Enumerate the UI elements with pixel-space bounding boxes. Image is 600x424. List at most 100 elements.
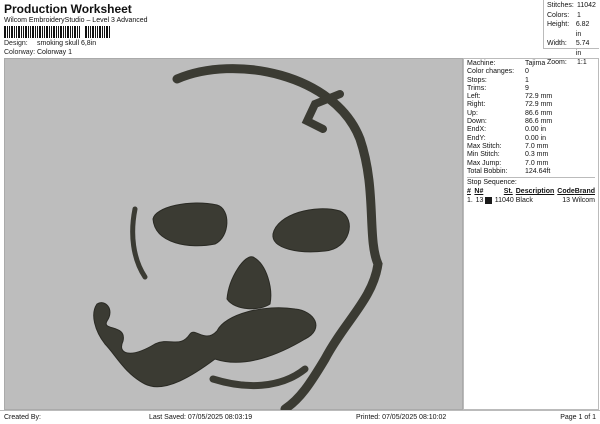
barcode-bar [92, 26, 94, 38]
detail-value: 7.0 mm [525, 159, 549, 167]
barcode-bar [74, 26, 76, 38]
row-needle: 13 [475, 197, 484, 205]
nose [226, 256, 272, 310]
barcode-bar [77, 26, 78, 38]
barcode-bar [28, 26, 29, 38]
row-stitches: 11040 [494, 197, 514, 205]
barcode-bar [56, 26, 57, 38]
detail-row: Up: 86.6 mm [467, 110, 595, 118]
barcode-bar [85, 26, 87, 38]
skull-embroidery-image [93, 64, 383, 414]
barcode-bar [72, 26, 73, 38]
row-num: 1. [467, 197, 473, 205]
barcode-bar [109, 26, 110, 38]
barcode-bar [9, 26, 10, 38]
col-brand: Brand [574, 188, 595, 196]
detail-value: 0.00 in [525, 126, 547, 134]
detail-value: 72.9 mm [525, 101, 553, 109]
barcode-bar [44, 26, 45, 38]
barcode-bar [53, 26, 55, 38]
barcode-bar [16, 26, 17, 38]
detail-row: Max Stitch: 7.0 mm [467, 143, 595, 151]
detail-label: Stops: [467, 76, 487, 84]
barcode-bar [106, 26, 108, 38]
barcode-bar [23, 26, 24, 38]
colorway-row: Colorway: Colorway 1 [4, 49, 72, 56]
stop-sequence-title: Stop Sequence: [467, 179, 517, 187]
jaw-line [209, 365, 309, 389]
stat-stitches: Stitches: 11042 [547, 1, 596, 11]
stat-width: Width: 5.74 in [547, 39, 596, 58]
barcode-bar [88, 26, 89, 38]
barcode-bar [65, 26, 66, 38]
stat-label: Stitches: [547, 2, 574, 9]
stat-value: 5.74 in [575, 40, 590, 57]
footer: Created By: Last Saved: 07/05/2025 08:03… [0, 410, 600, 423]
table-row: 1. 13 11040 Black 13 Wilcom [467, 196, 595, 205]
detail-row: Trims: 9 [467, 85, 595, 93]
row-code: 13 [562, 197, 571, 205]
software-name: Wilcom EmbroideryStudio – Level 3 Advanc… [4, 17, 148, 24]
detail-value: 0 [525, 68, 529, 76]
barcode-bar [37, 26, 38, 38]
detail-value: 86.6 mm [525, 109, 553, 117]
detail-value: 9 [525, 84, 529, 92]
detail-value: 0.00 in [525, 134, 547, 142]
detail-value: 0.3 mm [525, 151, 549, 159]
detail-row: EndY: 0.00 in [467, 135, 595, 143]
mouth-smoke [93, 302, 317, 388]
detail-row: EndX: 0.00 in [467, 126, 595, 134]
col-num: # [467, 188, 471, 196]
detail-row: Min Stitch: 0.3 mm [467, 151, 595, 159]
detail-row: Total Bobbin: 124.64ft [467, 168, 595, 176]
barcode-bar [14, 26, 15, 38]
detail-label: Machine: [467, 60, 496, 67]
detail-label: Max Stitch: [467, 142, 502, 150]
detail-label: Trims: [467, 84, 487, 92]
barcode-bar [102, 26, 103, 38]
barcode-bar [70, 26, 71, 38]
barcode-bar [25, 26, 27, 38]
stat-value: 6.82 in [575, 21, 590, 38]
row-brand: Wilcom [572, 197, 596, 205]
last-saved: Last Saved: 07/05/2025 08:03:19 [149, 413, 253, 421]
barcode-bar [35, 26, 36, 38]
row-description: Black [515, 197, 533, 205]
skull-crack [301, 90, 344, 133]
barcode-bar [46, 26, 48, 38]
detail-value: 72.9 mm [525, 93, 553, 101]
detail-label: EndY: [467, 134, 486, 142]
page-number: Page 1 of 1 [560, 413, 596, 421]
stat-value: 1 [577, 11, 581, 19]
barcode-bar [95, 26, 96, 38]
barcode-bar [21, 26, 22, 38]
stat-label: Colors: [547, 11, 570, 19]
stats-box: Stitches: 11042 Colors: 1 Height: 6.82 in W… [543, 0, 599, 66]
right-eye [272, 208, 350, 253]
design-label: Design: [4, 40, 28, 47]
barcode-bar [97, 26, 98, 38]
colorway-name: Colorway 1 [37, 49, 73, 56]
printed-date: Printed: 07/05/2025 08:10:02 [356, 413, 447, 421]
design-name: smoking skull 6,8in [37, 40, 97, 47]
col-description: Description [515, 188, 555, 196]
barcode-bar [39, 26, 41, 38]
design-preview [4, 58, 463, 414]
page-title: Production Worksheet [4, 2, 132, 16]
barcode-bar [58, 26, 59, 38]
detail-row: Left: 72.9 mm [467, 93, 595, 101]
col-stitches: St. [503, 188, 513, 196]
detail-label: Max Jump: [467, 159, 502, 167]
detail-value: 86.6 mm [525, 118, 553, 126]
col-code: Code [557, 188, 575, 196]
stat-label: Width: [547, 40, 567, 47]
barcode-bar [4, 26, 6, 38]
color-swatch [485, 197, 492, 205]
barcode-bar [49, 26, 50, 38]
stat-height: Height: 6.82 in [547, 20, 596, 39]
detail-label: Up: [467, 109, 478, 117]
stat-colors: Colors: 1 [547, 11, 596, 21]
left-eye [152, 202, 228, 247]
stat-value: 11042 [577, 2, 596, 9]
colorway-label: Colorway: [4, 49, 36, 56]
